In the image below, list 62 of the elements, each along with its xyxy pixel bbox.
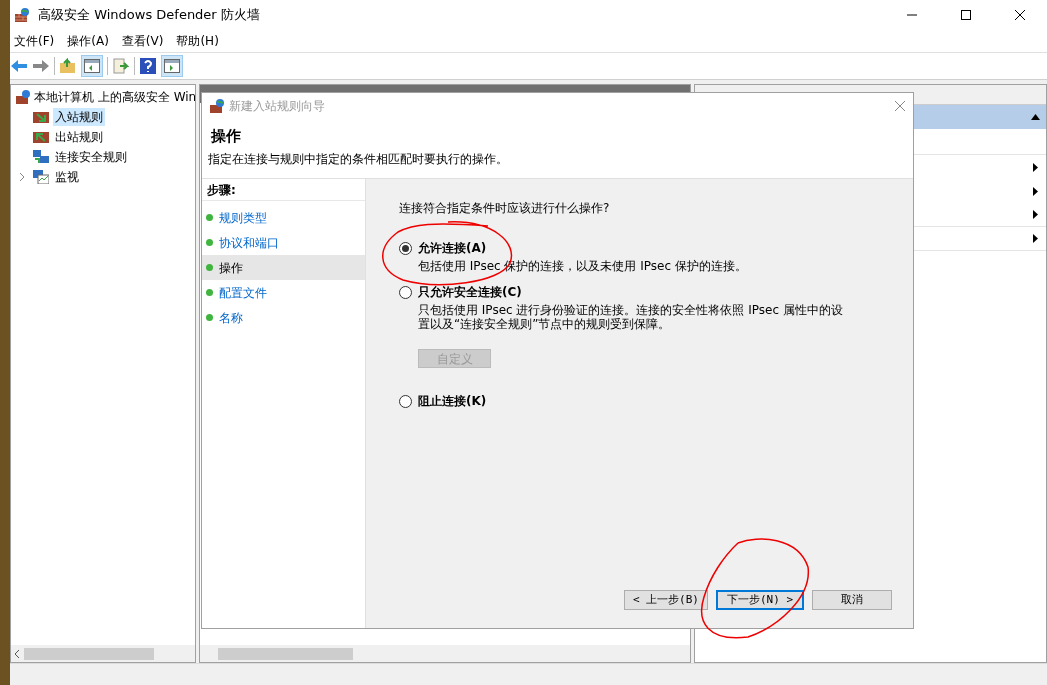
step-item[interactable]: 操作 — [202, 255, 365, 280]
menu-item[interactable]: 查看(V) — [121, 32, 164, 50]
option-label: 阻止连接(K) — [418, 393, 487, 410]
brick-wall-arrow-icon — [33, 130, 49, 144]
dialog-button[interactable]: 下一步(N) > — [716, 590, 804, 610]
dialog-button[interactable]: 取消 — [812, 590, 892, 610]
step-dot-icon — [206, 239, 213, 246]
back-icon[interactable] — [10, 58, 28, 74]
help-icon[interactable] — [139, 57, 157, 75]
option-description: 只包括使用 IPsec 进行身份验证的连接。连接的安全性将依照 IPsec 属性中的设置以及“连接安全规则”节点中的规则受到保障。 — [417, 303, 844, 331]
window-title: 高级安全 Windows Defender 防火墙 — [38, 6, 260, 25]
horizontal-scrollbar[interactable] — [200, 645, 690, 662]
menu-item[interactable]: 帮助(H) — [176, 32, 219, 50]
dialog-title: 新建入站规则向导 — [229, 98, 325, 115]
firewall-icon — [15, 89, 31, 105]
option-label: 允许连接(A) — [418, 240, 487, 257]
menu-item[interactable]: 操作(A) — [67, 32, 109, 50]
brick-wall-arrow-icon — [33, 110, 49, 124]
dialog-description: 指定在连接与规则中指定的条件相匹配时要执行的操作。 — [207, 150, 509, 168]
menu-item[interactable]: 文件(F) — [14, 32, 55, 50]
option-label: 只允许安全连接(C) — [418, 284, 522, 301]
steps-heading: 步骤: — [202, 179, 365, 201]
pane-icon — [164, 59, 180, 73]
step-dot-icon — [206, 264, 213, 271]
dialog-button[interactable]: < 上一步(B) — [623, 590, 708, 610]
submenu-arrow-icon[interactable] — [1033, 186, 1038, 196]
tree-item[interactable]: 连接安全规则 — [53, 148, 129, 166]
folder-up-icon[interactable] — [59, 58, 77, 74]
monitor-icon — [33, 170, 49, 184]
scroll-left-icon[interactable] — [15, 649, 20, 658]
submenu-arrow-icon[interactable] — [1033, 162, 1038, 172]
pane-toggle-button[interactable] — [81, 55, 103, 77]
step-item[interactable]: 配置文件 — [202, 280, 365, 305]
step-item[interactable]: 协议和端口 — [202, 230, 365, 255]
horizontal-scrollbar[interactable] — [11, 645, 195, 662]
collapse-icon — [1031, 114, 1040, 120]
submenu-arrow-icon[interactable] — [1033, 210, 1038, 219]
dialog-heading: 操作 — [210, 126, 242, 147]
step-dot-icon — [206, 289, 213, 296]
question-text: 连接符合指定条件时应该进行什么操作? — [399, 200, 611, 217]
radio-button[interactable] — [399, 285, 412, 299]
export-icon[interactable] — [112, 58, 130, 74]
tree-item[interactable]: 入站规则 — [53, 108, 105, 126]
step-dot-icon — [206, 314, 213, 321]
action-pane-button[interactable] — [161, 55, 183, 77]
radio-button[interactable] — [399, 241, 412, 255]
radio-button[interactable] — [399, 394, 412, 408]
tree-item[interactable]: 出站规则 — [53, 128, 105, 146]
tree-item[interactable]: 本地计算机 上的高级安全 Win — [34, 88, 195, 106]
firewall-icon — [14, 7, 30, 23]
close-icon[interactable] — [894, 100, 906, 112]
pane-icon — [84, 59, 100, 73]
step-item[interactable]: 名称 — [202, 305, 365, 330]
tree-item[interactable]: 监视 — [53, 168, 81, 186]
close-icon — [1014, 9, 1026, 21]
firewall-icon — [209, 98, 225, 114]
maximize-icon — [960, 9, 972, 21]
submenu-arrow-icon[interactable] — [1033, 234, 1038, 243]
step-dot-icon — [206, 214, 213, 221]
forward-icon[interactable] — [32, 58, 50, 74]
computers-icon — [33, 150, 49, 164]
step-item[interactable]: 规则类型 — [202, 205, 365, 230]
